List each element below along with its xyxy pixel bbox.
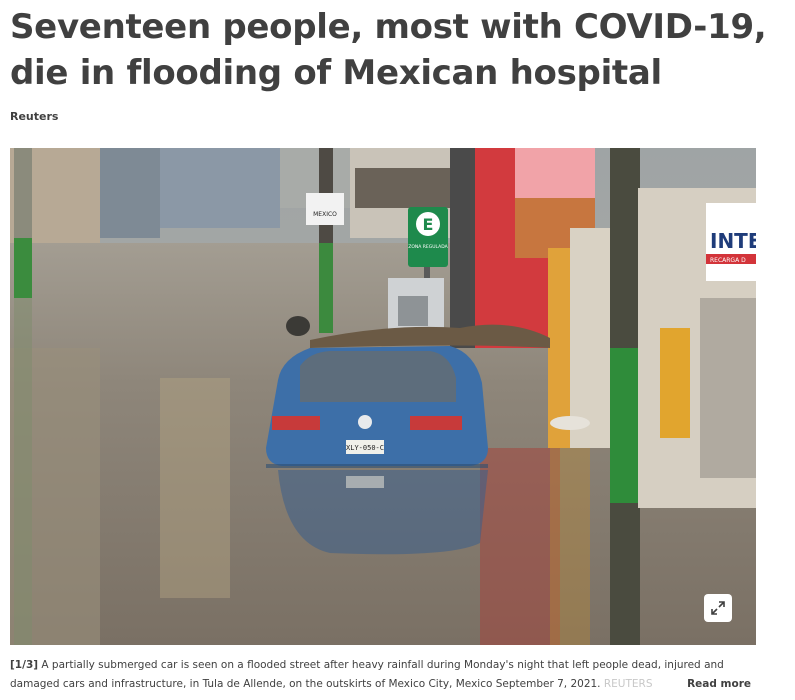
street-sign: MEXICO xyxy=(313,211,337,218)
article-photo[interactable]: MEXICO INTE RECARGA D E ZONA REGULADA XL… xyxy=(10,148,756,645)
store-sign-sub: RECARGA D xyxy=(710,257,746,264)
license-plate: XLY-050-C xyxy=(346,444,384,452)
expand-icon xyxy=(711,601,725,615)
photo-counter: [1/3] xyxy=(10,659,39,671)
article-headline: Seventeen people, most with COVID-19, di… xyxy=(10,7,767,93)
parking-sign-letter: E xyxy=(423,215,434,234)
article-byline[interactable]: Reuters xyxy=(10,110,58,123)
store-sign: INTE xyxy=(710,229,756,253)
flood-street-photo: MEXICO INTE RECARGA D E ZONA REGULADA XL… xyxy=(10,148,756,645)
read-more-link[interactable]: Read more xyxy=(681,675,751,694)
expand-photo-button[interactable] xyxy=(704,594,732,622)
photo-caption: [1/3] A partially submerged car is seen … xyxy=(10,656,755,694)
parking-sign-sub: ZONA REGULADA xyxy=(408,244,448,250)
photo-credit: REUTERS xyxy=(603,678,653,690)
